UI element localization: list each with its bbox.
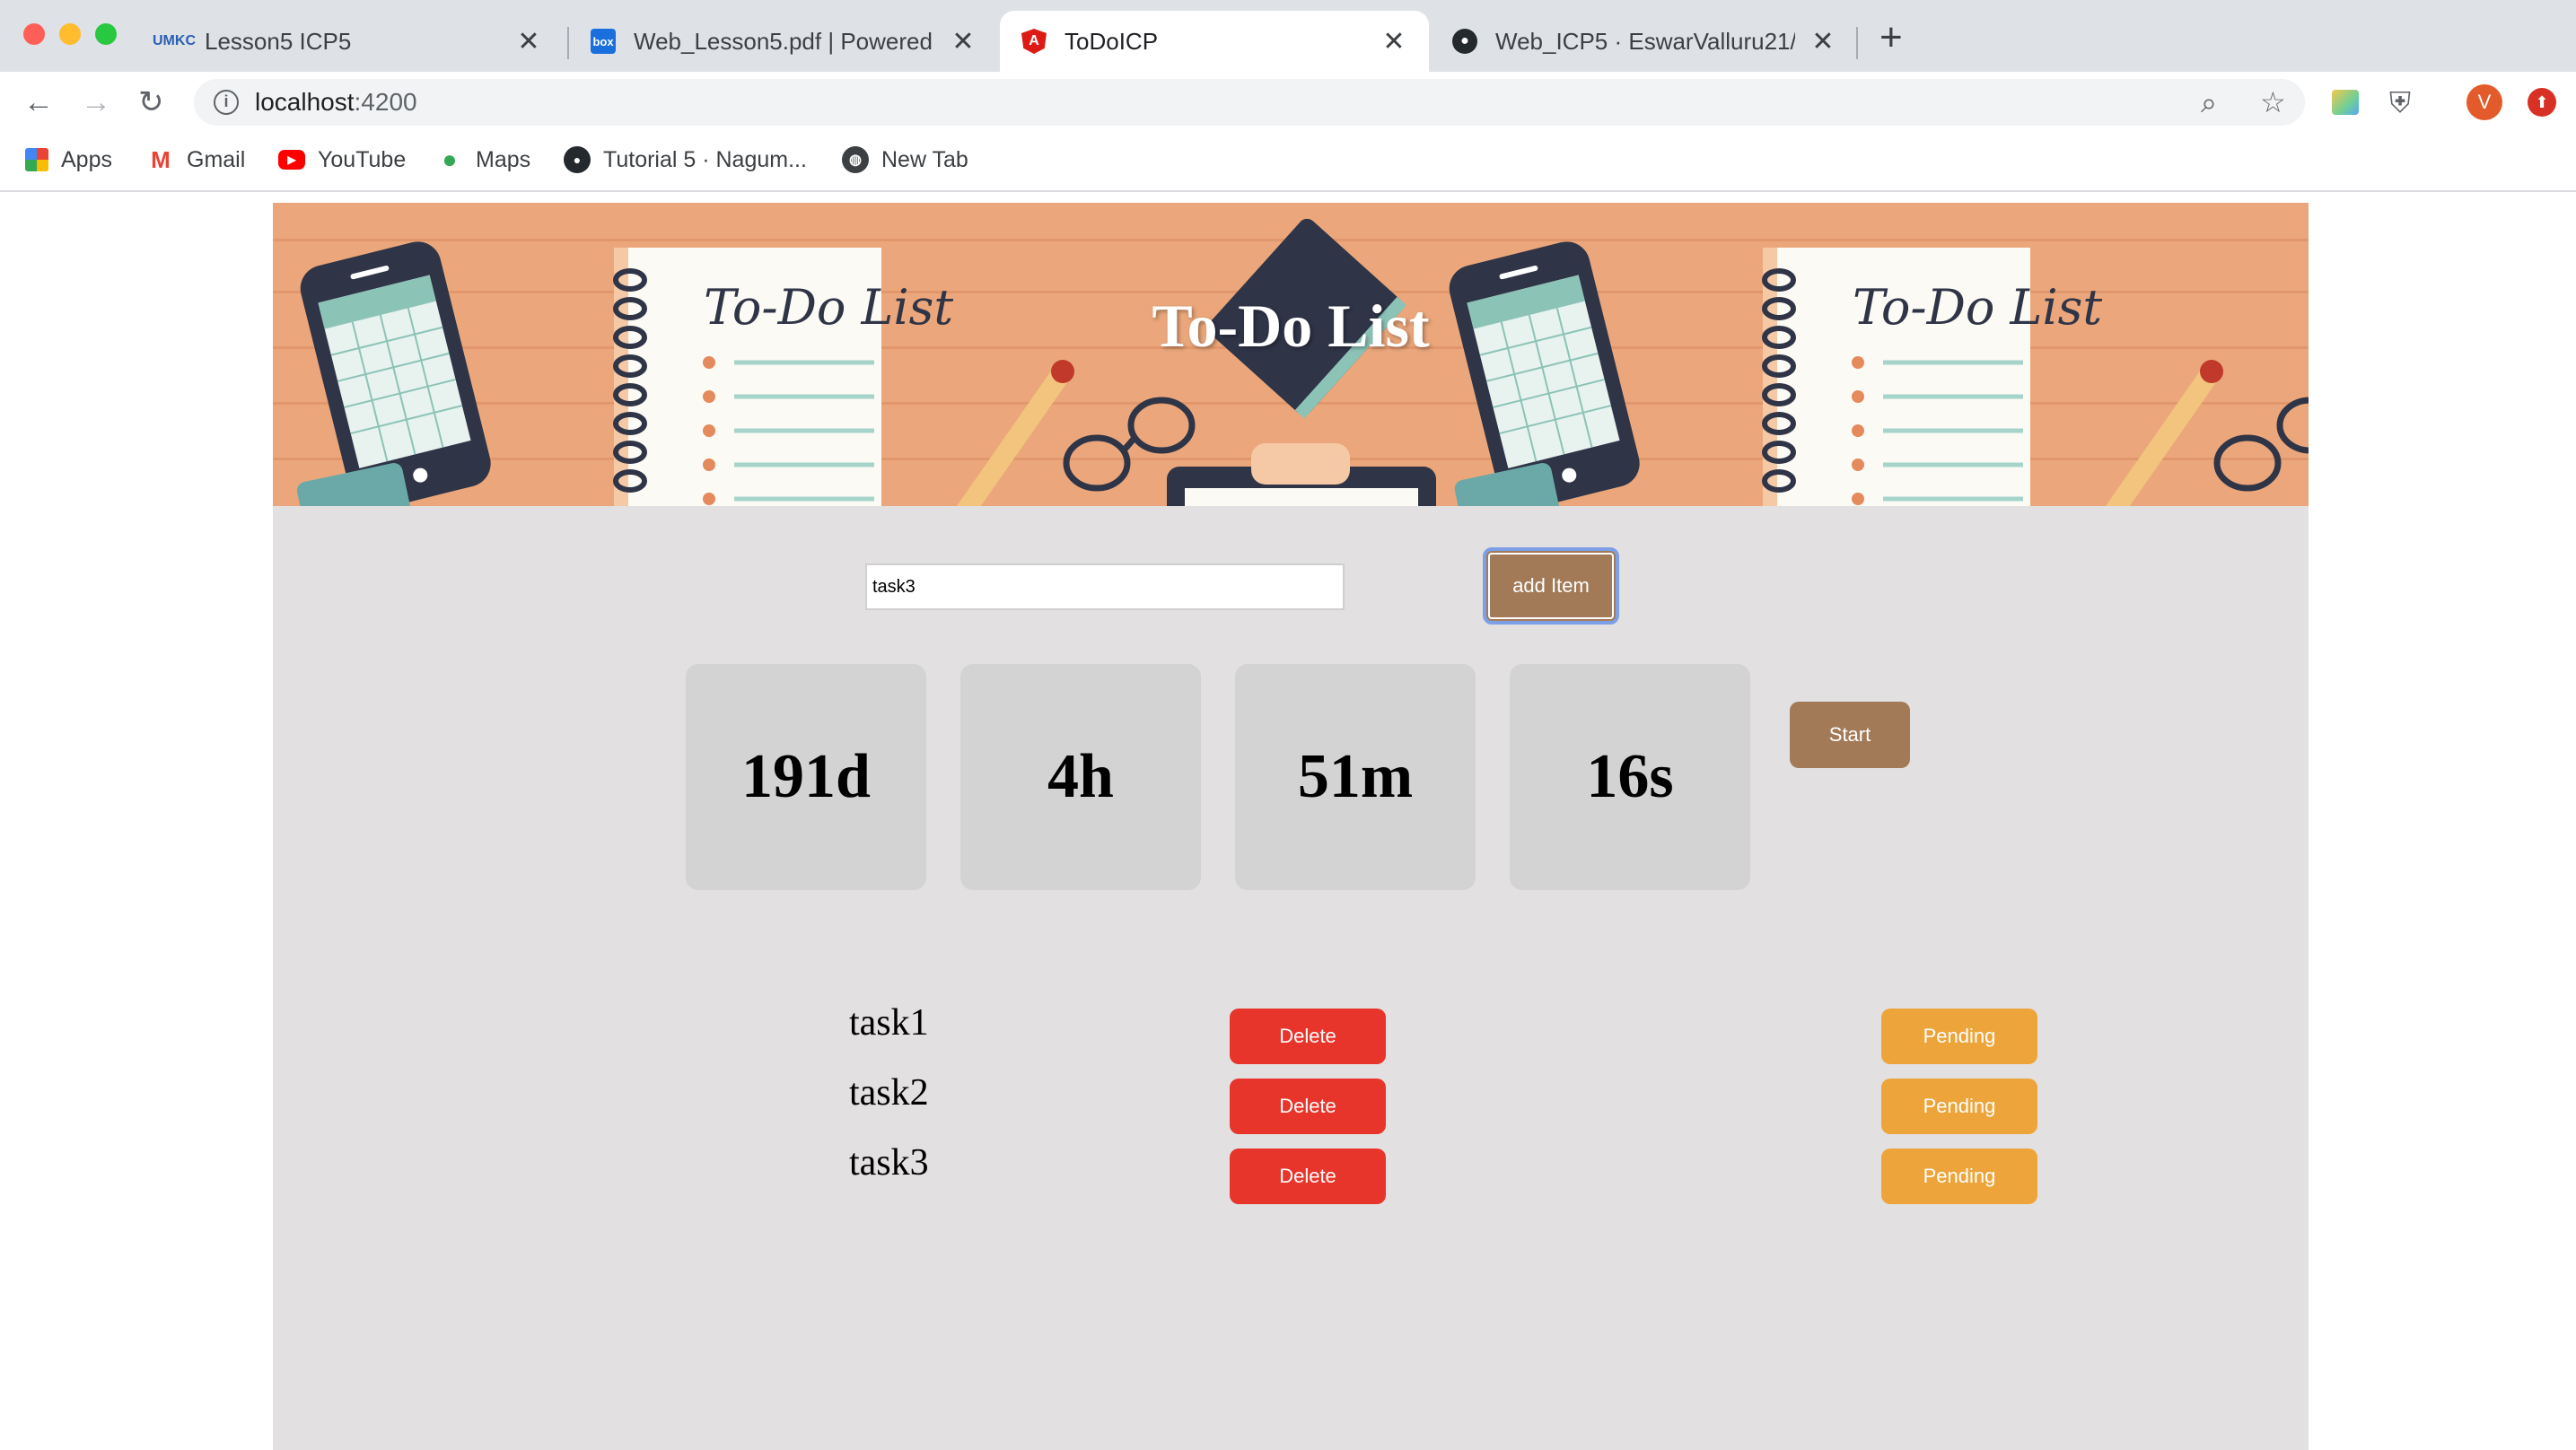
clipboard-illustration <box>1167 443 1436 506</box>
tab-separator <box>1856 27 1858 59</box>
github-icon: ● <box>564 146 591 173</box>
github-icon: ● <box>1452 29 1477 54</box>
tab-title: Web_Lesson5.pdf | Powered by Box <box>634 27 935 55</box>
window-zoom-button[interactable] <box>95 23 117 45</box>
tab-web-icp5-github[interactable]: ● Web_ICP5 · EswarValluru21/Web ✕ <box>1431 11 1858 72</box>
delete-task-button[interactable]: Delete <box>1230 1079 1386 1134</box>
youtube-icon: ▶ <box>278 150 305 170</box>
countdown-hours: 4h <box>960 664 1201 890</box>
pending-status-button[interactable]: Pending <box>1881 1149 2037 1204</box>
forward-arrow-icon[interactable]: → <box>81 84 111 120</box>
bookmark-gmail[interactable]: M Gmail <box>147 144 245 176</box>
todo-app-page: To-Do List To-Do List To-Do List task3 a… <box>273 203 2309 1450</box>
tab-todoicp[interactable]: A ToDoICP ✕ <box>1000 11 1429 72</box>
bookmark-label: Apps <box>61 146 112 172</box>
bookmark-apps[interactable]: Apps <box>25 144 112 176</box>
window-minimize-button[interactable] <box>59 23 81 45</box>
globe-icon: ◍ <box>842 146 869 173</box>
profile-avatar[interactable]: V <box>2466 84 2502 120</box>
bookmark-label: New Tab <box>881 146 968 172</box>
bookmark-tutorial5[interactable]: ● Tutorial 5 · Nagum... <box>564 144 807 176</box>
add-item-button[interactable]: add Item <box>1483 547 1619 625</box>
new-tab-plus-icon[interactable]: + <box>1879 18 1903 57</box>
close-tab-icon[interactable]: ✕ <box>1380 26 1407 57</box>
bookmark-maps[interactable]: ● Maps <box>436 144 531 176</box>
task-item-name: task1 <box>849 1002 929 1044</box>
countdown-seconds: 16s <box>1510 664 1750 890</box>
countdown-minutes: 51m <box>1235 664 1476 890</box>
gmail-icon: M <box>151 145 171 173</box>
start-countdown-button[interactable]: Start <box>1790 702 1910 768</box>
shield-extension-icon[interactable]: ⛨ <box>2389 88 2411 117</box>
bookmark-label: Tutorial 5 · Nagum... <box>603 146 807 172</box>
update-icon[interactable]: ⬆ <box>2528 88 2556 117</box>
angular-icon: A <box>1021 29 1047 54</box>
tab-lesson5-icp5[interactable]: UMKC Lesson5 ICP5 ✕ <box>140 11 564 72</box>
site-info-icon[interactable]: i <box>214 90 239 115</box>
tab-title: Lesson5 ICP5 <box>205 27 352 55</box>
bookmark-star-icon[interactable]: ☆ <box>2260 88 2286 117</box>
glasses-illustration-right <box>2213 397 2309 492</box>
pending-status-button[interactable]: Pending <box>1881 1079 2037 1134</box>
notebook-illustration-left: To-Do List <box>613 248 953 506</box>
bookmark-label: YouTube <box>318 146 407 172</box>
reload-icon[interactable]: ↻ <box>138 84 164 120</box>
tab-title: Web_ICP5 · EswarValluru21/Web <box>1495 27 1795 55</box>
page-title: To-Do List <box>1152 292 1430 360</box>
bookmark-label: Maps <box>476 146 531 172</box>
countdown-days: 191d <box>686 664 926 890</box>
window-close-button[interactable] <box>23 23 45 45</box>
close-tab-icon[interactable]: ✕ <box>1809 26 1836 57</box>
new-task-input[interactable] <box>865 563 1345 610</box>
bookmark-label: Gmail <box>187 146 246 172</box>
tab-web-lesson5-pdf[interactable]: box Web_Lesson5.pdf | Powered by Box ✕ <box>569 11 998 72</box>
bookmark-new-tab[interactable]: ◍ New Tab <box>842 144 968 176</box>
close-tab-icon[interactable]: ✕ <box>950 26 977 57</box>
task-item-name: task3 <box>849 1142 929 1184</box>
address-url[interactable]: localhost:4200 <box>255 86 417 118</box>
todo-banner: To-Do List To-Do List To-Do List <box>273 203 2309 506</box>
notebook-illustration-right: To-Do List <box>1762 248 2102 506</box>
close-tab-icon[interactable]: ✕ <box>515 26 542 57</box>
pencil-illustration-left <box>956 360 1074 506</box>
extension-image-icon[interactable] <box>2332 90 2359 115</box>
maps-pin-icon: ● <box>442 145 458 173</box>
pending-status-button[interactable]: Pending <box>1881 1009 2037 1064</box>
delete-task-button[interactable]: Delete <box>1230 1009 1386 1064</box>
address-bar[interactable] <box>194 79 2305 126</box>
back-arrow-icon[interactable]: ← <box>23 84 54 120</box>
bookmark-youtube[interactable]: ▶ YouTube <box>278 144 406 176</box>
task-item-name: task2 <box>849 1072 929 1114</box>
tab-title: ToDoICP <box>1065 27 1159 55</box>
delete-task-button[interactable]: Delete <box>1230 1149 1386 1204</box>
apps-grid-icon <box>25 148 48 171</box>
box-icon: box <box>591 29 616 54</box>
umkc-icon: UMKC <box>153 33 196 48</box>
pencil-illustration-right <box>2105 360 2223 506</box>
zoom-magnifier-icon[interactable]: ⌕ <box>2201 88 2217 117</box>
